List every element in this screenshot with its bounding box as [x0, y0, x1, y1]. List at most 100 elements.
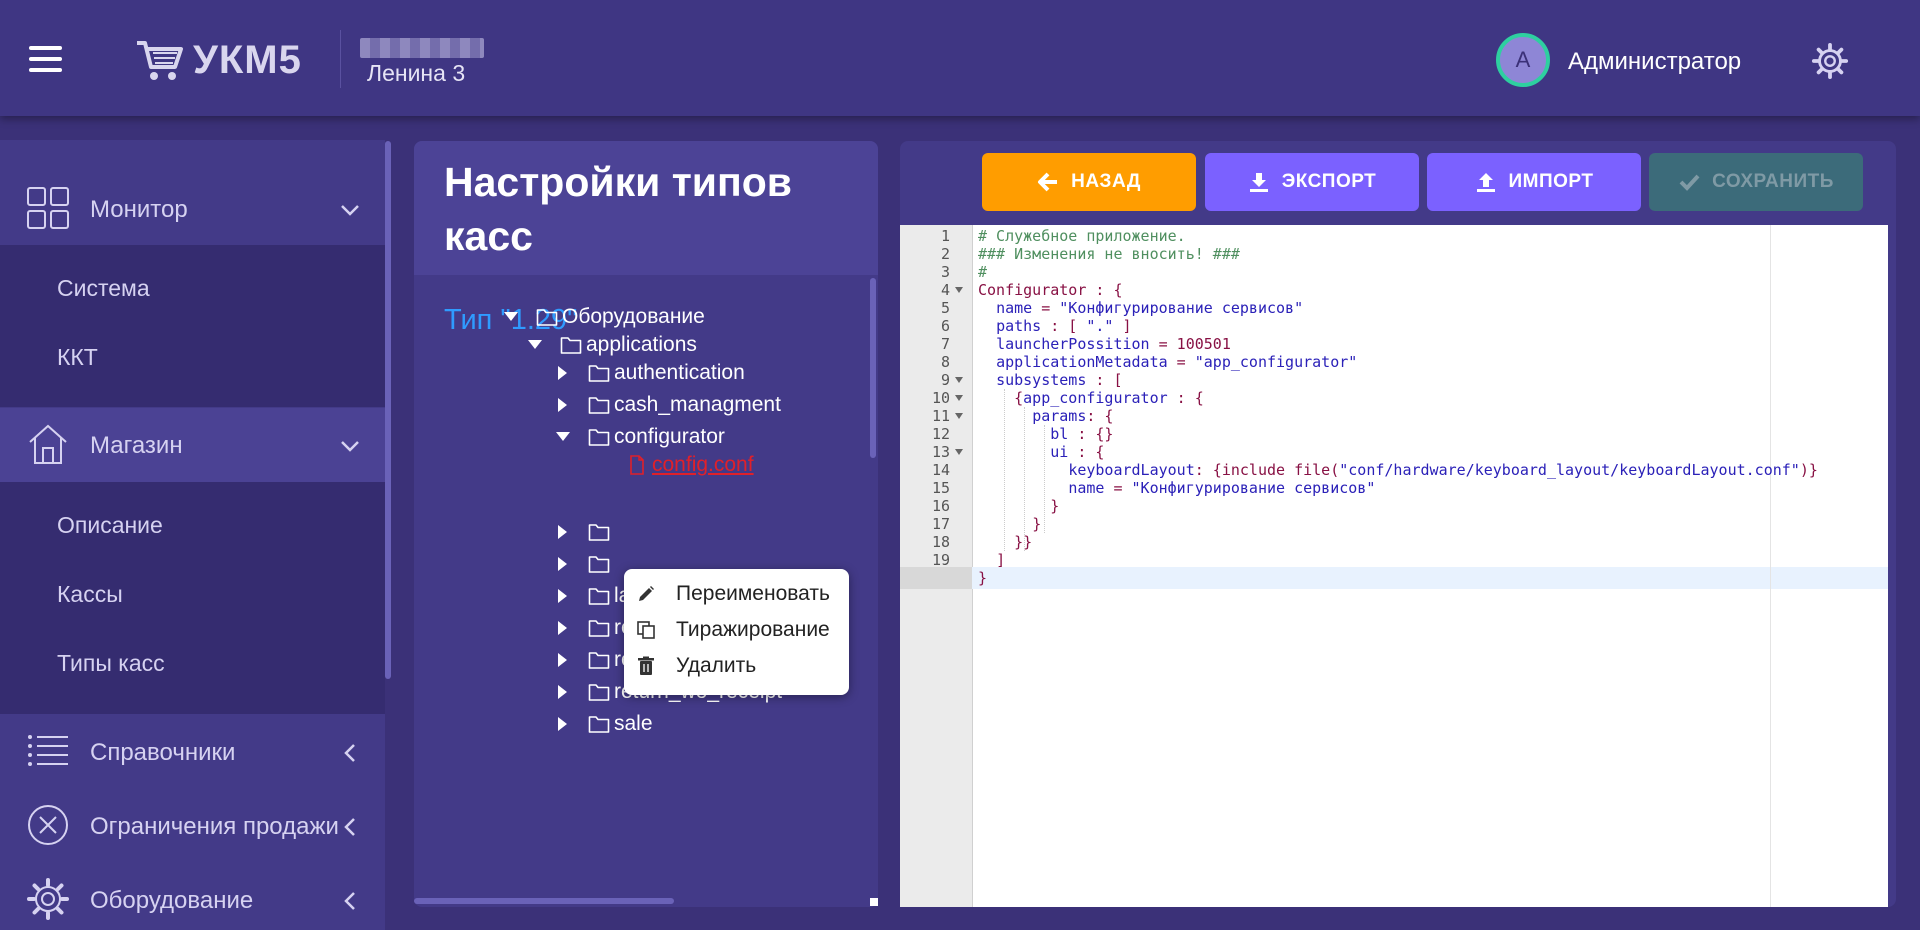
sidebar-group-sale-restrictions[interactable]: Ограничения продажи [0, 789, 385, 863]
file-icon [630, 455, 644, 475]
context-menu-label: Удалить [676, 654, 757, 677]
sidebar-item-description[interactable]: Описание [57, 512, 163, 539]
tree-file-item[interactable]: config.conf [626, 450, 754, 480]
dashboard-grid-icon [27, 187, 69, 229]
fold-arrow-icon[interactable] [955, 449, 963, 455]
app-logo[interactable]: УКМ5 [135, 36, 302, 84]
user-name[interactable]: Администратор [1568, 48, 1741, 76]
register-types-panel: Настройки типов касс Тип "1.29" Оборудов… [414, 141, 878, 907]
tree-folder-item[interactable]: Оборудование [500, 302, 705, 332]
fold-arrow-icon[interactable] [955, 287, 963, 293]
sidebar-group-shop[interactable]: Магазин [0, 408, 385, 482]
sidebar-item-kkt[interactable]: ККТ [57, 344, 98, 371]
tree-item-label: config.conf [652, 453, 754, 476]
context-menu-label: Переименовать [676, 582, 830, 605]
folder-icon [588, 397, 610, 414]
caret-right-icon[interactable] [552, 366, 574, 380]
scroll-corner [870, 898, 878, 906]
sidebar-group-label: Ограничения продажи [90, 813, 339, 840]
import-button-label: ИМПОРТ [1508, 171, 1594, 192]
tree-item-label: applications [586, 333, 697, 356]
editor-gutter: 1234567891011121314151617181920 [900, 225, 973, 907]
sidebar-item-register-types[interactable]: Типы касс [57, 650, 165, 677]
top-header: УКМ5 Ленина 3 А Администратор [0, 0, 1920, 116]
menu-burger-icon[interactable] [29, 46, 62, 72]
save-button[interactable]: СОХРАНИТЬ [1649, 153, 1863, 211]
caret-right-icon[interactable] [552, 685, 574, 699]
export-button[interactable]: ЭКСПОРТ [1205, 153, 1419, 211]
sidebar-group-label: Справочники [90, 739, 236, 766]
folder-icon [588, 588, 610, 605]
tree-horizontal-scrollbar[interactable] [414, 898, 674, 904]
context-menu-rename[interactable]: Переименовать [636, 577, 830, 611]
user-avatar[interactable]: А [1496, 33, 1550, 87]
store-code-redacted [360, 38, 484, 58]
check-icon [1679, 174, 1700, 191]
code-editor[interactable]: 1234567891011121314151617181920 # Служеб… [900, 225, 1888, 907]
chevron-left-icon [344, 744, 355, 762]
chevron-left-icon [344, 818, 355, 836]
chevron-left-icon [344, 892, 355, 910]
caret-right-icon[interactable] [552, 589, 574, 603]
store-name: Ленина 3 [367, 60, 466, 86]
caret-down-icon[interactable] [500, 312, 522, 322]
caret-right-icon[interactable] [552, 653, 574, 667]
sidebar-item-system[interactable]: Система [57, 275, 150, 302]
home-icon [29, 424, 67, 464]
caret-down-icon[interactable] [524, 340, 546, 350]
fold-arrow-icon[interactable] [955, 413, 963, 419]
sidebar-group-equipment[interactable]: Оборудование [0, 863, 385, 930]
folder-icon [588, 652, 610, 669]
chevron-down-icon [341, 441, 359, 452]
indent-guide [1024, 407, 1025, 551]
fold-arrow-icon[interactable] [955, 395, 963, 401]
panel-header: Настройки типов касс [414, 141, 878, 275]
caret-right-icon[interactable] [552, 398, 574, 412]
context-menu-duplicate[interactable]: Тиражирование [636, 613, 830, 647]
tree-folder-item[interactable]: authentication [552, 358, 745, 388]
download-icon [1249, 173, 1268, 192]
tree-item-label: sale [614, 712, 653, 735]
fold-arrow-icon[interactable] [955, 377, 963, 383]
print-margin [1770, 225, 1771, 907]
list-icon [28, 735, 68, 766]
folder-icon [588, 556, 610, 573]
sidebar-item-registers[interactable]: Кассы [57, 581, 123, 608]
tree-folder-item[interactable]: cash_managment [552, 390, 781, 420]
sidebar-group-monitor[interactable]: Монитор [0, 172, 385, 246]
caret-down-icon[interactable] [552, 432, 574, 442]
context-menu-delete[interactable]: Удалить [636, 649, 756, 683]
sidebar-submenu-shop: Описание Кассы Типы касс [0, 482, 385, 714]
code-line: } [978, 569, 988, 587]
settings-gear-icon[interactable] [1811, 42, 1849, 80]
tree-item-label: authentication [614, 361, 745, 384]
tree-folder-item[interactable] [552, 549, 614, 579]
save-button-label: СОХРАНИТЬ [1712, 171, 1834, 192]
tree-folder-item[interactable]: sale [552, 709, 653, 739]
sidebar-submenu-monitor: Система ККТ [0, 245, 385, 407]
arrow-left-icon [1038, 172, 1058, 192]
caret-right-icon[interactable] [552, 525, 574, 539]
indent-guide [1004, 389, 1005, 551]
tree-item-label: configurator [614, 425, 725, 448]
caret-right-icon[interactable] [552, 557, 574, 571]
sidebar-scrollbar[interactable] [385, 141, 391, 679]
caret-right-icon[interactable] [552, 717, 574, 731]
caret-right-icon[interactable] [552, 621, 574, 635]
code-line: ### Изменения не вносить! ### [978, 245, 1240, 263]
back-button[interactable]: НАЗАД [982, 153, 1196, 211]
folder-icon [536, 309, 558, 326]
import-button[interactable]: ИМПОРТ [1427, 153, 1641, 211]
tree-folder-item[interactable] [552, 517, 614, 547]
sidebar: Монитор Система ККТ Магазин Описание Кас… [0, 140, 385, 930]
tree-folder-item[interactable]: applications [524, 330, 697, 360]
tree-folder-item[interactable]: configurator [552, 422, 725, 452]
gear-icon [27, 878, 69, 920]
tree-vertical-scrollbar[interactable] [870, 278, 876, 458]
header-divider [340, 30, 341, 88]
upload-icon [1476, 173, 1495, 192]
sidebar-group-directories[interactable]: Справочники [0, 715, 385, 789]
logo-text: УКМ5 [193, 37, 302, 82]
copy-icon [637, 621, 655, 639]
sidebar-group-label: Магазин [90, 432, 183, 459]
